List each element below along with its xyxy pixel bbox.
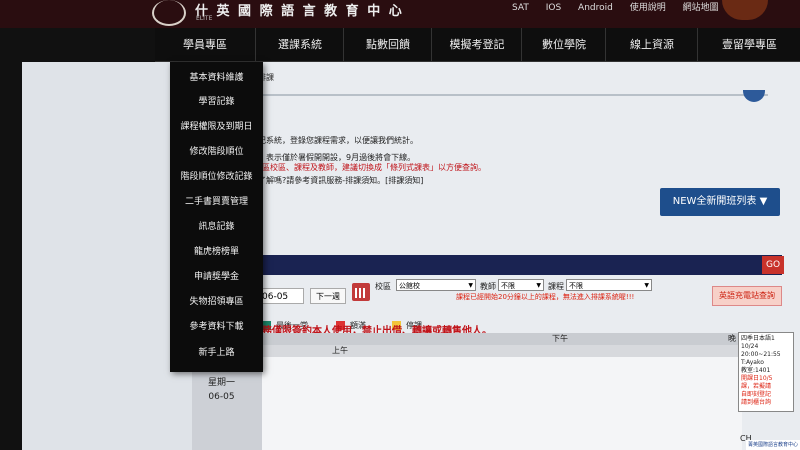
nav-item-mock-exam[interactable]: 模擬考登記: [431, 28, 522, 61]
schedule-header: 下午 晚上: [262, 333, 742, 354]
day-date: 06-05: [208, 392, 235, 402]
student-dropdown-menu: 基本資料維護 學習記錄 課程權限及到期日 修改階段順位 階段順位修改記錄 二手書…: [170, 62, 263, 372]
nav-item-course-selection[interactable]: 選課系統: [255, 28, 344, 61]
filter-bar: [192, 255, 782, 275]
left-pane: [22, 62, 192, 450]
top-link-ios[interactable]: IOS: [546, 3, 561, 13]
next-week-button[interactable]: 下一週: [310, 288, 346, 304]
top-header: 什 英 國 際 語 言 教 育 中 心 ELITE SAT IOS Androi…: [0, 0, 800, 28]
calendar-icon[interactable]: [352, 283, 370, 301]
dropdown-item-messages[interactable]: 訊息記錄: [170, 219, 263, 232]
teacher-select[interactable]: 不限: [498, 279, 544, 292]
top-link-android[interactable]: Android: [578, 3, 613, 13]
dropdown-item-scholarship[interactable]: 申請獎學金: [170, 269, 263, 282]
morning-header: 上午: [332, 346, 348, 355]
nav-item-study-abroad[interactable]: 壹留學專區: [697, 28, 800, 61]
dropdown-item-profile[interactable]: 基本資料維護: [170, 70, 263, 83]
top-link-sitemap[interactable]: 網站地圖: [683, 3, 719, 13]
card-note: 開課日10/5: [741, 375, 773, 382]
nav-item-points[interactable]: 點數回饋: [343, 28, 432, 61]
course-label: 課程: [548, 282, 564, 291]
notice-line-4[interactable]: 了解嗎?請參考資訊服務-排課須知。[排課須知]: [258, 175, 423, 186]
charge-station-button[interactable]: 英語充電站查詢: [712, 286, 782, 306]
footer-brand: 菁英國際語言教育中心: [746, 440, 800, 450]
warning-text: 課程已經開始20分鐘以上的課程，無法進入排課系統喔!!!: [456, 293, 635, 301]
notice-line-3: 區校區、課程及教師，建議切換成「條列式課表」以方便查詢。: [262, 163, 486, 172]
day-name: 星期一: [208, 378, 236, 388]
campus-label: 校區: [375, 282, 391, 291]
go-button[interactable]: GO: [762, 256, 784, 274]
main-nav: 學員專區 選課系統 點數回饋 模擬考登記 數位學院 線上資源 壹留學專區: [155, 28, 800, 63]
dropdown-item-history[interactable]: 學習記錄: [170, 94, 263, 107]
dropdown-item-downloads[interactable]: 參考資料下載: [170, 319, 263, 332]
top-link-guide[interactable]: 使用說明: [630, 3, 666, 13]
card-line: 10/24: [741, 343, 759, 350]
nav-item-online-resources[interactable]: 線上資源: [605, 28, 698, 61]
schedule-subheader: 上午: [262, 345, 742, 357]
avatar[interactable]: [722, 0, 768, 20]
nav-item-digital-academy[interactable]: 數位學院: [521, 28, 606, 61]
afternoon-header: 下午: [552, 334, 568, 343]
card-note: 自即刻登記: [741, 391, 772, 398]
card-line: 20:00~21:55: [741, 351, 781, 358]
section-divider: [193, 94, 768, 96]
dropdown-item-getting-started[interactable]: 新手上路: [170, 345, 263, 358]
card-line: T:Ayako: [741, 359, 764, 366]
logo-subtitle: ELITE: [196, 15, 213, 22]
card-note: 請到櫃台詢: [741, 399, 772, 406]
top-link-sat[interactable]: SAT: [512, 3, 529, 13]
card-line: 教室:1401: [741, 367, 771, 374]
logo-text: 什 英 國 際 語 言 教 育 中 心: [195, 4, 404, 19]
card-line: 四季日本語1: [741, 335, 775, 342]
dropdown-item-edit-order[interactable]: 修改階段順位: [170, 144, 263, 157]
dropdown-item-leaderboard[interactable]: 龍虎榜榜單: [170, 244, 263, 257]
campus-select[interactable]: 公館校: [396, 279, 476, 292]
schedule-grid: [262, 357, 742, 450]
teacher-label: 教師: [480, 282, 496, 291]
dropdown-item-lost-found[interactable]: 失物招領專區: [170, 294, 263, 307]
day-cell: 星期一 06-05: [208, 376, 235, 404]
dropdown-item-course-expiry[interactable]: 課程權限及到期日: [170, 119, 263, 132]
notice-line-1: 記系統，登錄您課程需求，以便讓我們統計。: [258, 136, 418, 145]
course-select[interactable]: 不限: [566, 279, 652, 292]
logo-icon: [152, 0, 186, 26]
new-class-list-button[interactable]: NEW全新開班列表 ▼: [660, 188, 780, 216]
class-card[interactable]: 四季日本語1 10/24 20:00~21:55 T:Ayako 教室:1401…: [738, 332, 794, 412]
date-field[interactable]: 06-05: [258, 288, 304, 304]
dropdown-item-used-books[interactable]: 二手書買賣管理: [170, 194, 263, 207]
dropdown-item-order-log[interactable]: 階段順位修改記錄: [170, 169, 263, 182]
card-note: 課，若擬請: [741, 383, 772, 390]
nav-item-student[interactable]: 學員專區: [155, 28, 255, 61]
